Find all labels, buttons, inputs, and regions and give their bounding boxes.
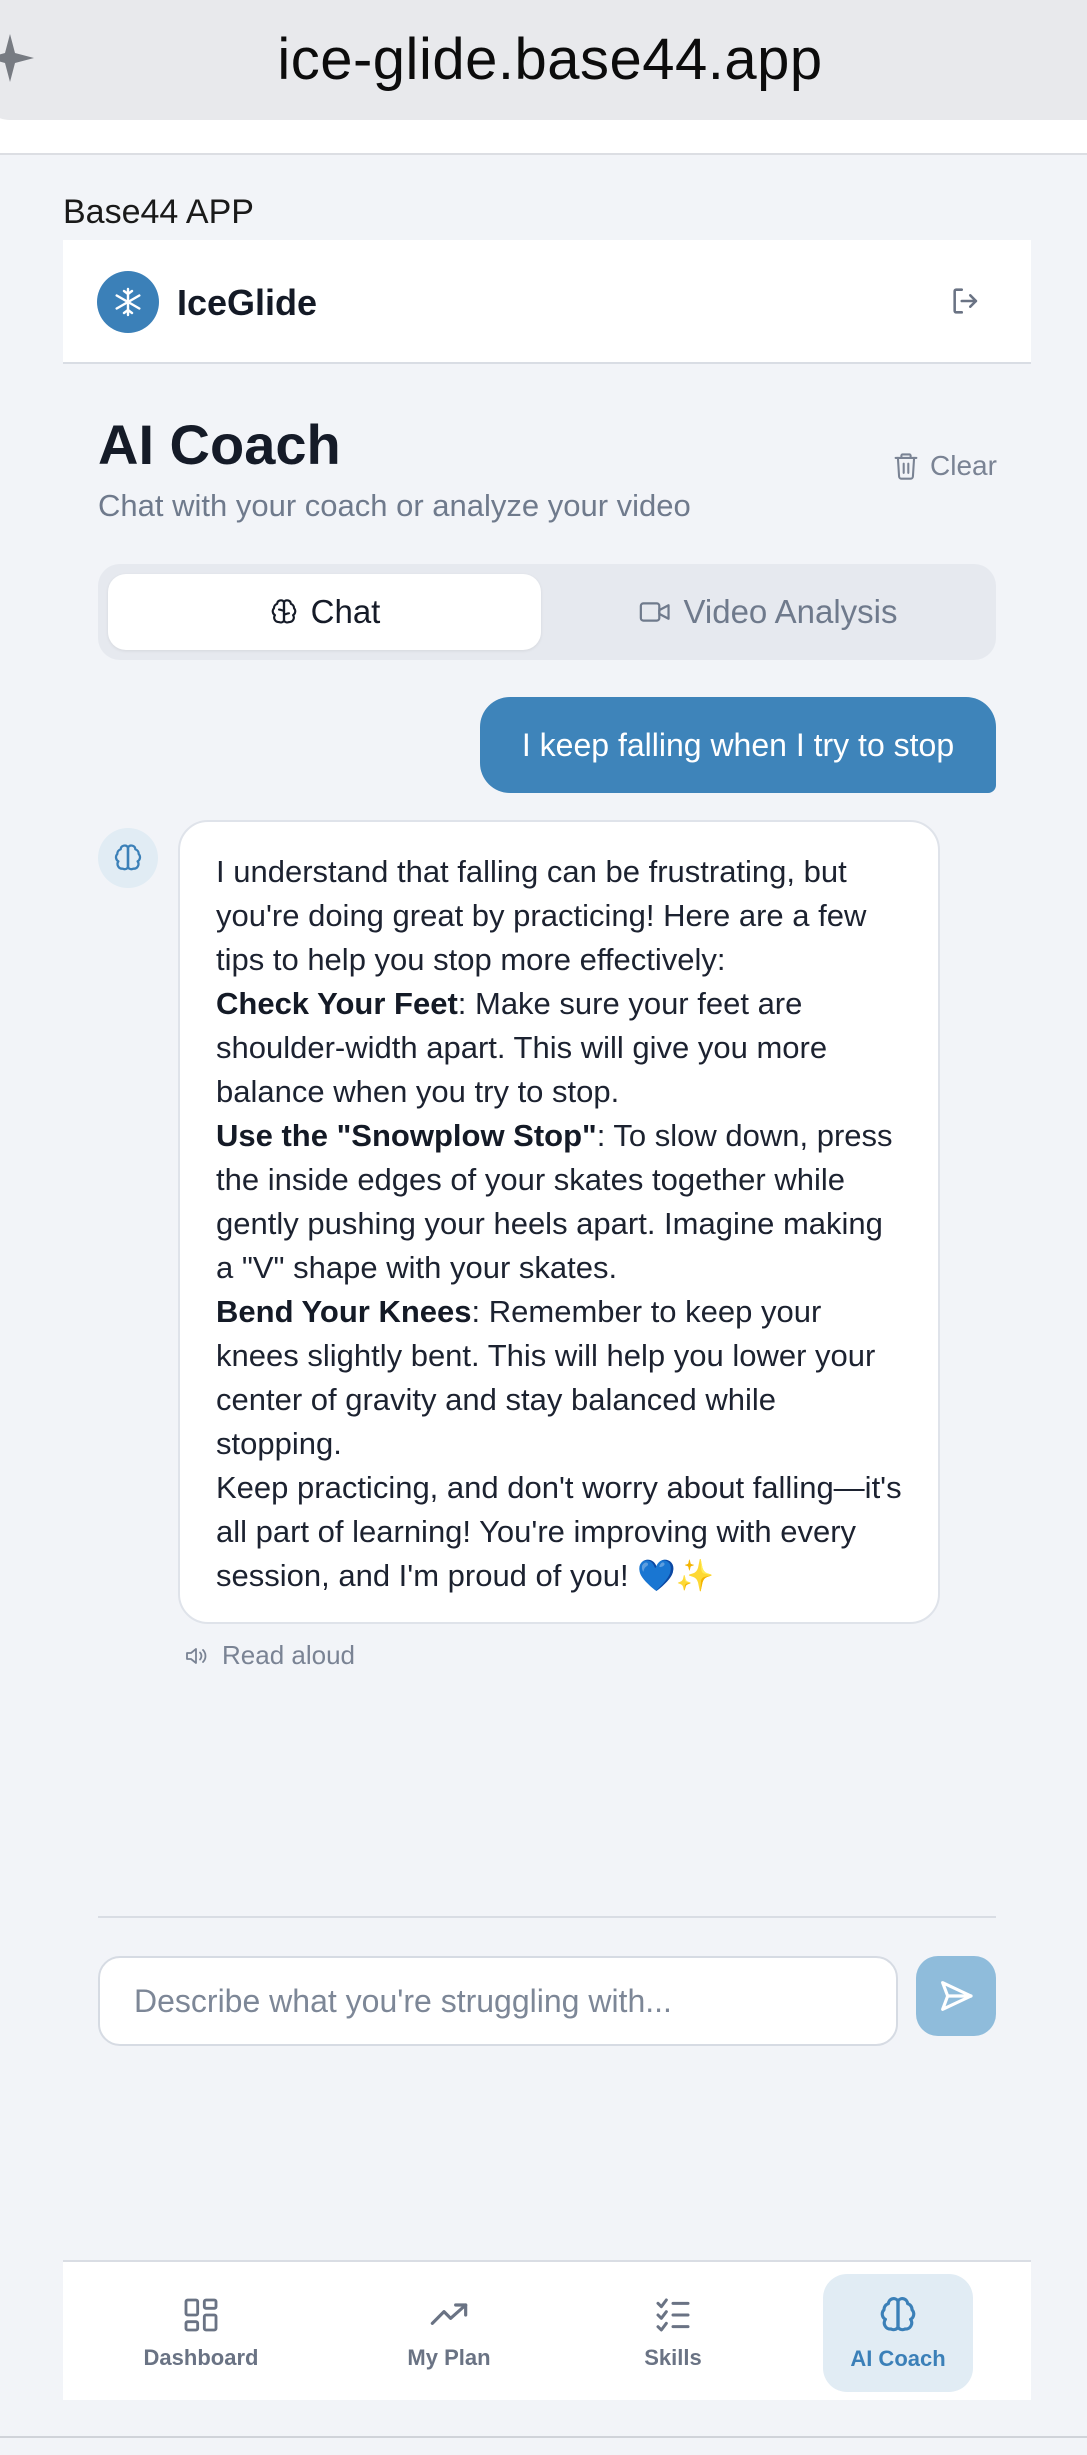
nav-ai-coach[interactable]: AI Coach: [823, 2274, 973, 2392]
coach-tip: Use the "Snowplow Stop": To slow down, p…: [216, 1114, 904, 1290]
page-subtitle: Chat with your coach or analyze your vid…: [98, 488, 691, 523]
tab-video-analysis[interactable]: Video Analysis: [551, 574, 986, 650]
mode-tabs: Chat Video Analysis: [98, 564, 996, 660]
brain-icon: [880, 2297, 916, 2332]
outro-text: Keep practicing, and don't worry about f…: [216, 1470, 902, 1593]
nav-skills[interactable]: Skills: [623, 2274, 723, 2392]
tip-title: Use the "Snowplow Stop": [216, 1118, 597, 1153]
send-icon: [941, 1981, 973, 2011]
page-title: AI Coach: [98, 413, 341, 476]
brand-name: IceGlide: [177, 282, 318, 323]
trash-icon: [894, 453, 918, 480]
video-icon: [640, 602, 671, 622]
heart-sparkle-emoji: 💙✨: [637, 1558, 715, 1593]
coach-intro: I understand that falling can be frustra…: [216, 854, 867, 977]
trend-icon: [430, 2303, 468, 2325]
url-text: ice-glide.base44.app: [277, 27, 823, 92]
logout-icon[interactable]: [949, 284, 983, 318]
app-header: IceGlide: [63, 240, 1031, 364]
coach-avatar: [98, 828, 158, 888]
brain-icon: [271, 599, 296, 624]
read-aloud-button[interactable]: Read aloud: [184, 1640, 355, 1671]
logo: [97, 271, 159, 333]
composer-divider: [98, 1916, 996, 1918]
nav-ai-coach-label: AI Coach: [850, 2346, 946, 2371]
nav-my-plan[interactable]: My Plan: [379, 2274, 519, 2392]
nav-dashboard-label: Dashboard: [143, 2345, 259, 2370]
send-button[interactable]: [916, 1956, 996, 2036]
browser-chrome: ice-glide.base44.app: [0, 0, 1087, 155]
clear-button[interactable]: Clear: [892, 450, 997, 482]
message-input[interactable]: [98, 1956, 898, 2046]
nav-skills-label: Skills: [644, 2345, 702, 2370]
coach-message: I understand that falling can be frustra…: [178, 820, 940, 1624]
tab-chat-label: Chat: [310, 593, 381, 630]
address-bar[interactable]: ice-glide.base44.app: [0, 0, 1087, 120]
grid-icon: [184, 2298, 218, 2332]
coach-tip: Check Your Feet: Make sure your feet are…: [216, 982, 904, 1114]
tip-title: Bend Your Knees: [216, 1294, 472, 1329]
speaker-icon: [186, 1647, 207, 1664]
tip-title: Check Your Feet: [216, 986, 458, 1021]
snowflake-icon: [115, 287, 141, 317]
clear-label: Clear: [930, 450, 997, 481]
checklist-icon: [656, 2298, 690, 2332]
read-aloud-label: Read aloud: [222, 1640, 355, 1670]
bottom-edge: [0, 2436, 1087, 2438]
coach-outro: Keep practicing, and don't worry about f…: [216, 1466, 904, 1598]
tab-video-label: Video Analysis: [683, 593, 898, 630]
tab-chat[interactable]: Chat: [108, 574, 541, 650]
app-label: Base44 APP: [63, 193, 254, 231]
nav-dashboard[interactable]: Dashboard: [133, 2274, 269, 2392]
nav-my-plan-label: My Plan: [407, 2345, 491, 2370]
coach-tip: Bend Your Knees: Remember to keep your k…: [216, 1290, 904, 1466]
bottom-nav: Dashboard My Plan Skills AI Coach: [63, 2260, 1031, 2400]
brain-icon: [114, 844, 142, 871]
user-message: I keep falling when I try to stop: [480, 697, 996, 793]
